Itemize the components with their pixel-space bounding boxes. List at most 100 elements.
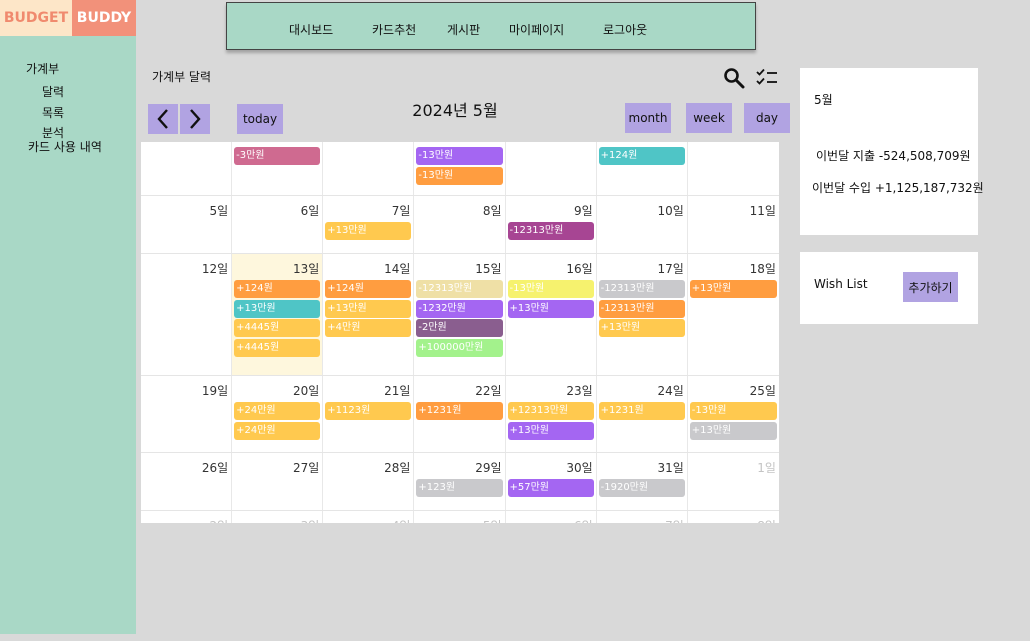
day-number: 14일 [384,262,411,276]
calendar-event[interactable]: -13만원 [507,280,594,298]
calendar-event[interactable]: +12313만원 [507,402,594,420]
calendar-day-cell[interactable]: 6일 [232,196,324,253]
calendar-event[interactable]: +1231원 [416,402,503,420]
calendar-day-cell[interactable] [323,142,415,195]
calendar-day-cell[interactable]: 8일 [688,511,779,523]
calendar-event[interactable]: +124원 [598,147,685,165]
calendar-day-cell[interactable]: 2일 [141,511,233,523]
calendar-event[interactable]: +13만원 [507,421,594,440]
calendar-day-cell[interactable] [506,142,597,195]
checklist-icon[interactable] [756,68,778,88]
calendar-event[interactable]: -13만원 [416,147,503,165]
calendar-event[interactable]: -12313만원 [598,280,685,298]
week-view-button[interactable]: week [686,103,732,133]
calendar-event[interactable]: -3만원 [234,147,321,165]
calendar-day-cell[interactable]: +124원 [597,142,688,195]
next-month-button[interactable] [180,104,210,134]
day-view-button[interactable]: day [744,103,790,133]
calendar-event[interactable]: +124원 [325,280,412,298]
calendar-day-cell[interactable]: 7일 +13만원 [323,196,415,253]
calendar-event[interactable]: +13만원 [325,299,412,318]
calendar-event[interactable]: -13만원 [689,402,777,420]
calendar-day-cell[interactable]: 25일 -13만원 +13만원 [688,376,779,452]
calendar-day-cell[interactable]: 26일 [141,453,233,510]
calendar-day-cell[interactable]: 28일 [323,453,415,510]
calendar-event[interactable]: +1231원 [598,402,685,420]
calendar-day-cell[interactable]: 29일 +123원 [414,453,506,510]
calendar-day-cell[interactable]: 19일 [141,376,233,452]
calendar-event[interactable]: -13만원 [416,166,503,185]
calendar-day-cell[interactable]: 22일 +1231원 [414,376,506,452]
calendar-day-cell[interactable] [688,142,779,195]
sidebar-item-card-usage[interactable]: 카드 사용 내역 [28,138,102,155]
calendar-event[interactable]: -12313만원 [598,299,685,318]
calendar-event[interactable]: +4445원 [234,338,321,357]
calendar-event[interactable]: +57만원 [507,479,594,497]
calendar-event[interactable]: +13만원 [598,319,685,337]
month-view-button[interactable]: month [625,103,671,133]
calendar-event[interactable]: +100000만원 [416,338,503,357]
nav-dashboard[interactable]: 대시보드 [289,21,333,38]
calendar-day-cell[interactable]: 11일 [688,196,779,253]
calendar-event[interactable]: +1123원 [325,402,412,420]
calendar-day-cell[interactable]: 20일 +24만원 +24만원 [232,376,324,452]
calendar-event[interactable]: +123원 [416,479,503,497]
sidebar-item-list[interactable]: 목록 [42,104,64,121]
calendar-day-cell[interactable]: 31일 -1920만원 [597,453,688,510]
calendar-day-cell[interactable]: -13만원 -13만원 [414,142,506,195]
calendar-day-cell[interactable]: 6일 [506,511,597,523]
calendar-day-cell[interactable]: 4일 [323,511,415,523]
day-number: 7일 [391,204,411,218]
calendar-day-cell[interactable]: 10일 [597,196,688,253]
calendar-event[interactable]: -12313만원 [507,222,594,240]
calendar-event[interactable]: +13만원 [507,299,594,318]
calendar-day-cell[interactable]: 23일 +12313만원 +13만원 [506,376,597,452]
nav-card-recommend[interactable]: 카드추천 [372,21,416,38]
calendar-event[interactable]: +24만원 [234,402,321,420]
day-number: 8일 [482,204,502,218]
sidebar-heading-ledger[interactable]: 가계부 [26,60,59,77]
calendar-event[interactable]: +4445원 [234,319,321,337]
calendar-day-cell[interactable]: 13일 +124원 +13만원 +4445원 +4445원 [232,254,324,375]
calendar-day-cell[interactable]: 27일 [232,453,324,510]
today-button[interactable]: today [237,104,283,134]
calendar-day-cell[interactable]: 18일 +13만원 [688,254,779,375]
calendar-event[interactable]: -2만원 [416,319,503,337]
calendar-day-cell[interactable]: 24일 +1231원 [597,376,688,452]
calendar-day-cell[interactable]: 14일 +124원 +13만원 +4만원 [323,254,415,375]
nav-logout[interactable]: 로그아웃 [603,21,647,38]
calendar-day-cell[interactable]: 7일 [597,511,688,523]
search-icon[interactable] [723,67,745,89]
calendar-day-cell[interactable]: 15일 -12313만원 -1232만원 -2만원 +100000만원 [414,254,506,375]
sidebar-item-calendar[interactable]: 달력 [42,83,64,100]
prev-month-button[interactable] [148,104,178,134]
calendar-day-cell[interactable] [141,142,233,195]
calendar-day-cell[interactable]: 16일 -13만원 +13만원 [506,254,597,375]
calendar-day-cell[interactable]: 12일 [141,254,233,375]
calendar-day-cell[interactable]: 5일 [414,511,506,523]
nav-mypage[interactable]: 마이페이지 [509,21,564,38]
calendar-day-cell[interactable]: -3만원 [232,142,324,195]
calendar-event[interactable]: +124원 [234,280,321,298]
calendar-event[interactable]: +4만원 [325,319,412,337]
add-wishlist-button[interactable]: 추가하기 [903,272,958,302]
calendar-day-cell[interactable]: 30일 +57만원 [506,453,597,510]
calendar-event[interactable]: +24만원 [234,421,321,440]
calendar-day-cell[interactable]: 17일 -12313만원 -12313만원 +13만원 [597,254,688,375]
calendar-day-cell[interactable]: 1일 [688,453,779,510]
calendar-event[interactable]: +13만원 [325,222,412,240]
calendar-day-cell[interactable]: 5일 [141,196,233,253]
calendar-event[interactable]: -12313만원 [416,280,503,298]
calendar-event[interactable]: -1232만원 [416,299,503,318]
calendar-day-cell[interactable]: 21일 +1123원 [323,376,415,452]
day-number: 7일 [665,517,684,523]
calendar-event[interactable]: -1920만원 [598,479,685,497]
calendar-day-cell[interactable]: 8일 [414,196,506,253]
calendar-day-cell[interactable]: 3일 [232,511,324,523]
nav-board[interactable]: 게시판 [447,21,480,38]
calendar-grid: -3만원 -13만원 -13만원 +124원 5일 6일 7일 +13만원 8일 9일 -12313… [141,142,779,523]
calendar-event[interactable]: +13만원 [234,299,321,318]
calendar-event[interactable]: +13만원 [689,280,777,298]
calendar-event[interactable]: +13만원 [689,421,777,440]
calendar-day-cell[interactable]: 9일 -12313만원 [506,196,597,253]
